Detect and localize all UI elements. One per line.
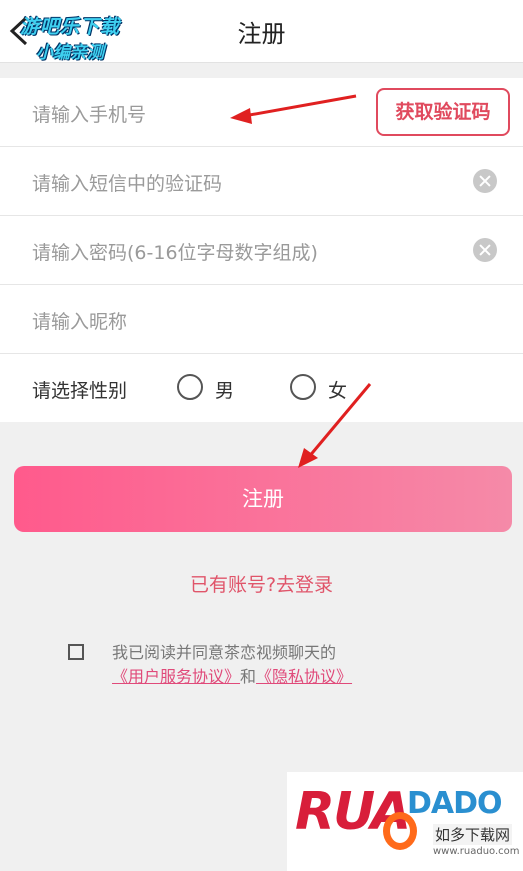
login-link[interactable]: 已有账号?去登录 [0, 570, 523, 597]
header-bar: 游吧乐下载 小编亲测 注册 [0, 0, 523, 63]
logo-site-name: 如多下载网 [433, 824, 513, 845]
agreement-text: 我已阅读并同意茶恋视频聊天的《用户服务协议》和《隐私协议》 [112, 641, 462, 689]
get-code-button[interactable]: 获取验证码 [376, 88, 510, 136]
logo-text-secondary: DADO [407, 786, 503, 821]
agreement-statement: 我已阅读并同意茶恋视频聊天的 [112, 643, 337, 662]
agreement-checkbox[interactable] [68, 644, 84, 660]
register-form: 请输入手机号 获取验证码 请输入短信中的验证码 请输入密码(6-16位字母数字组… [0, 78, 523, 422]
male-label[interactable]: 男 [215, 376, 234, 403]
register-button[interactable]: 注册 [14, 466, 512, 532]
user-agreement-link[interactable]: 《用户服务协议》 [112, 667, 240, 686]
phone-input[interactable]: 请输入手机号 [32, 100, 146, 127]
corner-watermark-logo: RUA DADO 如多下载网 www.ruaduo.com [287, 772, 523, 871]
agreement-and: 和 [240, 667, 257, 686]
sms-code-row: 请输入短信中的验证码 [0, 147, 523, 216]
clear-icon[interactable] [473, 169, 497, 193]
arrow-head-icon [298, 448, 318, 468]
clear-icon[interactable] [473, 238, 497, 262]
gender-label: 请选择性别 [32, 380, 128, 402]
nickname-input[interactable]: 请输入昵称 [32, 307, 127, 334]
female-label[interactable]: 女 [328, 376, 347, 403]
phone-row: 请输入手机号 获取验证码 [0, 78, 523, 147]
password-row: 请输入密码(6-16位字母数字组成) [0, 216, 523, 285]
male-radio[interactable] [177, 374, 203, 400]
gender-row: 请选择性别 男 女 [0, 354, 523, 422]
privacy-policy-link[interactable]: 《隐私协议》 [256, 667, 352, 686]
logo-url: www.ruaduo.com [433, 846, 520, 857]
sms-code-input[interactable]: 请输入短信中的验证码 [32, 169, 222, 196]
female-radio[interactable] [290, 374, 316, 400]
password-input[interactable]: 请输入密码(6-16位字母数字组成) [32, 238, 318, 265]
page-title: 注册 [237, 20, 286, 48]
nickname-row: 请输入昵称 [0, 285, 523, 354]
